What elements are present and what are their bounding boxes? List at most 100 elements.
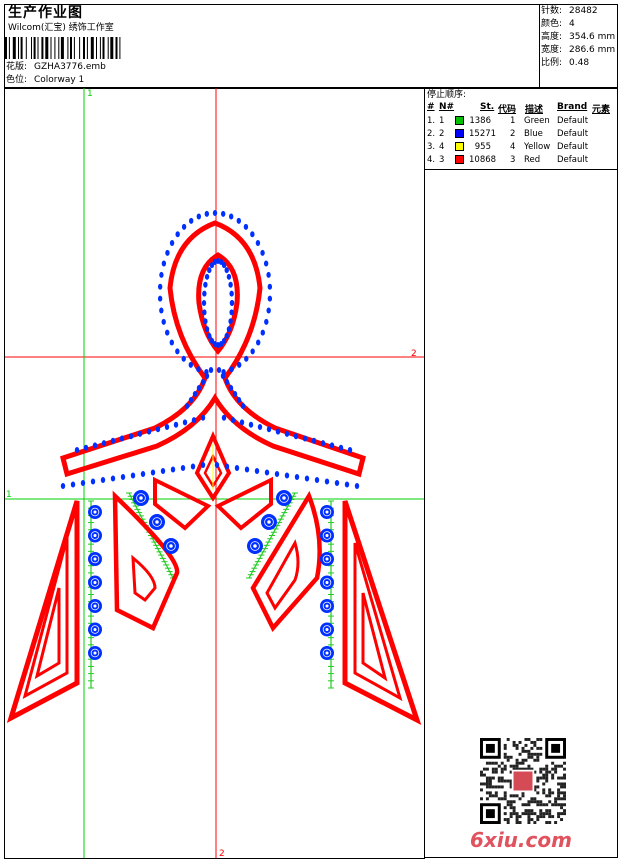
- bead-dot-left-arm-bottom: [60, 483, 66, 489]
- barcode-bar: [99, 37, 101, 59]
- cell-n: 3: [439, 155, 445, 165]
- bead-dot-right-arm-top: [266, 426, 272, 433]
- bead-dot-inner-loop: [202, 309, 207, 316]
- bead-dot-inner-loop: [203, 318, 208, 325]
- bead-dot-left-arm-top: [74, 447, 80, 453]
- bead-left-column: [88, 552, 102, 566]
- right-teardrop: [250, 490, 322, 632]
- bead-dot-outer-loop: [266, 307, 271, 314]
- bead-dot-right-arm-top: [320, 440, 326, 447]
- bead-dot-right-arm-top: [338, 444, 344, 451]
- bead-left-column: [88, 599, 102, 613]
- bead-dot-right-arm-bottom: [324, 478, 330, 485]
- bead-dot-right-arm-top: [293, 433, 299, 440]
- color-swatch: [455, 155, 464, 164]
- col-header-brand: Brand: [557, 102, 588, 112]
- bead-dot-left-arm-bottom: [70, 481, 76, 488]
- bead-dot-left-arm-top: [200, 414, 206, 421]
- bead-dot-left-arm-top: [182, 419, 188, 426]
- bead-dot-stem-left: [204, 373, 210, 379]
- cell-stitches: 955: [474, 142, 491, 152]
- qr-code-icon: [480, 738, 566, 824]
- software-name: Wilcom(汇宝) 绣饰工作室: [8, 23, 114, 33]
- cell-code: 4: [510, 142, 516, 152]
- bead-dot-right-arm-top: [347, 447, 353, 453]
- bead-dot-left-arm-bottom: [100, 477, 106, 483]
- bead-dot-inner-loop: [224, 267, 229, 274]
- bead-dot-outer-loop: [157, 283, 163, 290]
- bead-dot-right-arm-top: [248, 421, 254, 428]
- bead-dot-outer-loop: [264, 318, 269, 325]
- bead-dot-stem-left: [184, 403, 190, 409]
- bead-left-column: [88, 575, 102, 590]
- bead-right-column: [320, 505, 334, 519]
- bead-dot-stem-right: [228, 385, 234, 391]
- bead-dot-right-arm-bottom: [234, 465, 240, 471]
- bead-dot-right-arm-top: [329, 442, 335, 449]
- bead-dot-right-arm-bottom: [354, 483, 360, 489]
- bead-dot-left-arm-top: [110, 437, 116, 444]
- bead-dot-stem-left: [188, 397, 194, 403]
- cell-idx: 3.: [427, 142, 436, 152]
- bead-dot-outer-loop: [266, 271, 271, 278]
- barcode-bar: [67, 37, 69, 59]
- red-outline-shapes: [6, 220, 422, 726]
- bead-dot-outer-loop: [175, 348, 180, 355]
- left-teardrop-inner: [131, 554, 157, 603]
- barcode-bar: [73, 37, 75, 59]
- bead-dot-left-arm-top: [128, 433, 134, 440]
- bead-dot-right-arm-bottom: [214, 462, 220, 468]
- color-swatch: [455, 142, 464, 151]
- bead-dot-right-arm-bottom: [294, 474, 300, 480]
- bead-dot-left-arm-bottom: [200, 462, 206, 468]
- bead-dot-right-arm-bottom: [274, 471, 280, 477]
- bead-dot-outer-loop: [267, 283, 273, 290]
- bead-dot-inner-loop: [201, 300, 207, 306]
- barcode-bar: [41, 37, 44, 59]
- bead-dot-outer-loop: [220, 210, 226, 217]
- cell-brand: Default: [557, 142, 589, 152]
- color-swatch: [455, 129, 464, 138]
- bead-dot-inner-loop: [204, 326, 210, 333]
- barcode-bar: [90, 37, 94, 59]
- bead-dot-right-arm-top: [221, 414, 227, 421]
- cell-code: 1: [510, 116, 516, 126]
- bead-dot-left-arm-top: [119, 435, 125, 442]
- barcode-bar: [54, 37, 56, 59]
- colorway-value: Colorway 1: [34, 75, 85, 85]
- barcode-bar: [25, 37, 27, 59]
- bead-dot-inner-loop: [226, 273, 232, 280]
- bead-dot-outer-loop: [196, 366, 201, 373]
- bead-right-diagonal: [276, 490, 292, 506]
- cell-desc: Green: [524, 116, 550, 126]
- bead-dot-left-arm-bottom: [160, 468, 166, 474]
- bead-dot-stem-left: [192, 391, 198, 397]
- cell-desc: Yellow: [524, 142, 551, 152]
- bead-dot-outer-loop: [236, 361, 242, 368]
- bead-dot-stem-right: [220, 373, 226, 379]
- bead-dot-outer-loop: [165, 329, 170, 336]
- bead-left-column: [88, 646, 102, 660]
- cell-n: 2: [439, 129, 445, 139]
- bead-dot-outer-loop: [244, 355, 249, 362]
- bead-dot-right-arm-top: [311, 437, 317, 444]
- bead-right-column: [320, 528, 334, 543]
- barcode-bar: [50, 37, 52, 59]
- bead-dot-outer-loop: [250, 348, 255, 355]
- bead-dot-outer-loop: [212, 210, 218, 216]
- cell-brand: Default: [557, 116, 589, 126]
- bead-dot-right-arm-top: [230, 417, 236, 424]
- cell-n: 4: [439, 142, 445, 152]
- barcode-bar: [60, 37, 64, 59]
- bead-left-column: [88, 528, 102, 543]
- bead-dot-right-arm-top: [275, 428, 281, 435]
- bead-dot-right-arm-bottom: [314, 477, 320, 483]
- bead-dot-left-arm-top: [191, 417, 197, 424]
- bead-dot-stem-right: [224, 379, 230, 385]
- bead-right-column: [320, 575, 334, 590]
- barcode-bar: [18, 37, 19, 59]
- bead-dot-right-arm-top: [239, 419, 245, 426]
- bead-dot-inner-loop: [229, 309, 234, 316]
- barcode-bar: [37, 37, 39, 59]
- bead-dot-stem-left: [196, 385, 202, 391]
